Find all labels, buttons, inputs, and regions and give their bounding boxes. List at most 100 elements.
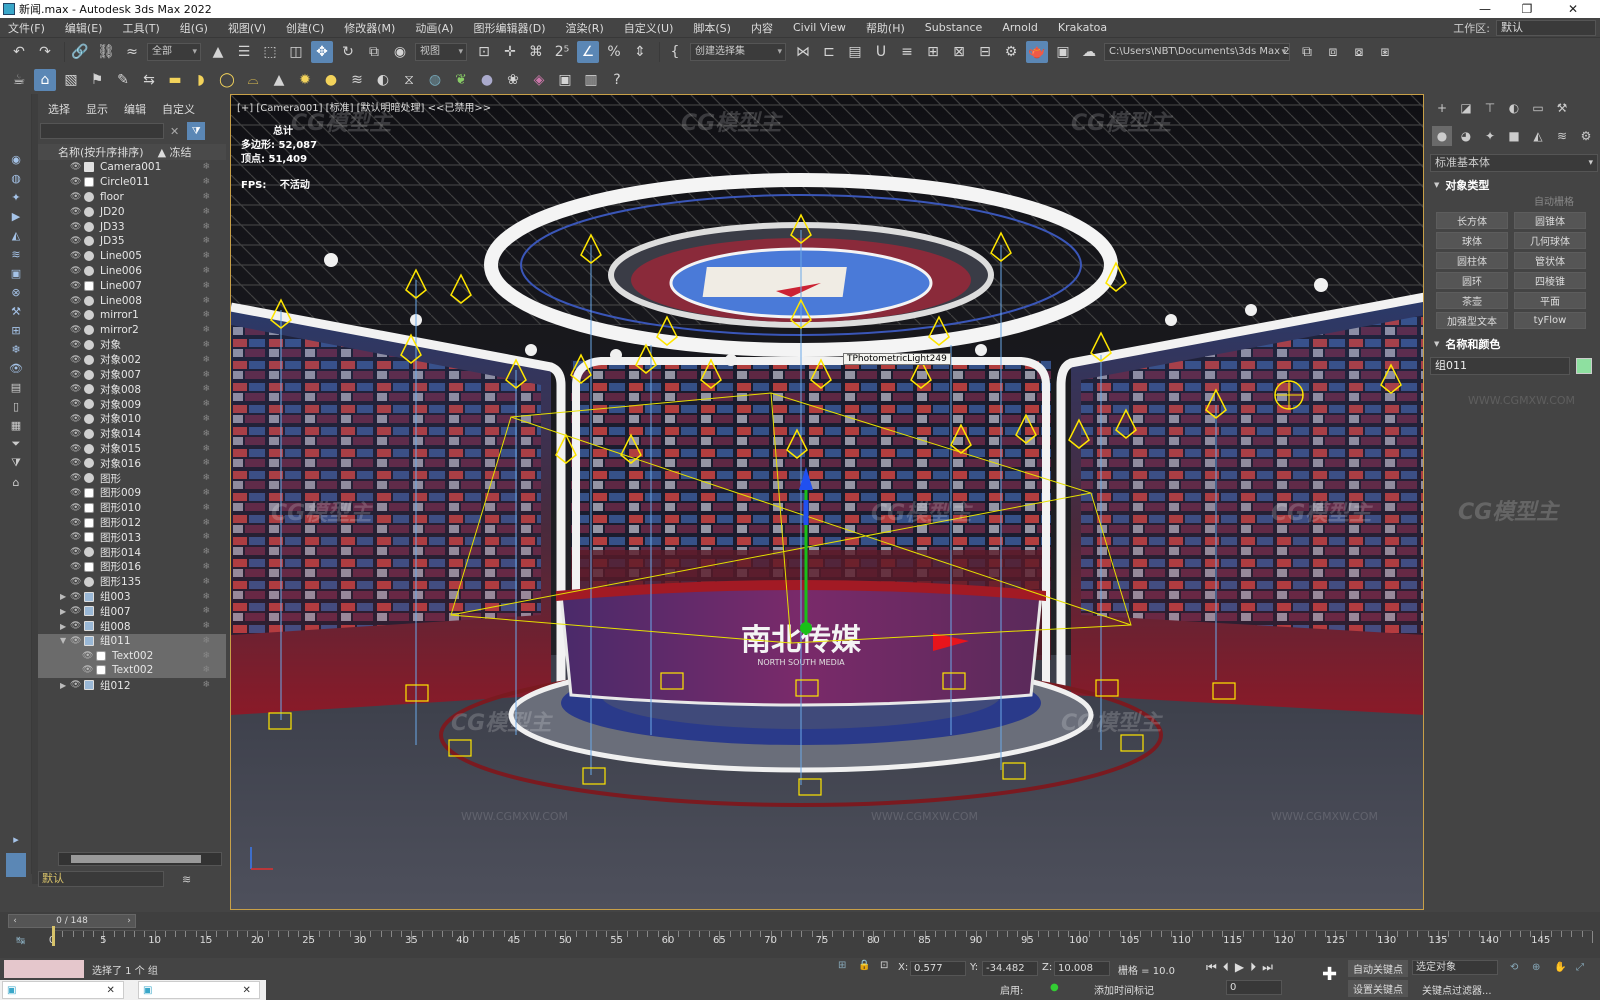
scene-list-item[interactable]: 👁 Text002 ❄ xyxy=(38,648,226,664)
project-path-dropdown[interactable]: C:\Users\NBT\Documents\3ds Max 2022 xyxy=(1104,43,1290,61)
set-key-icon[interactable]: ✚ xyxy=(1322,964,1337,985)
disk-light-icon[interactable]: ◯ xyxy=(216,69,238,91)
add-time-tag[interactable]: 添加时间标记 xyxy=(1094,982,1154,997)
scene-list-item[interactable]: ▶ 👁 组003 ❄ xyxy=(38,589,226,604)
play-icon[interactable]: ▶ xyxy=(1235,960,1244,975)
hierarchy-tab-icon[interactable]: ⊤ xyxy=(1480,98,1500,118)
freeze-icon[interactable]: ❄ xyxy=(202,592,210,602)
scale-icon[interactable]: ⧉ xyxy=(363,41,385,63)
foliage-icon[interactable]: ❦ xyxy=(450,69,472,91)
scene-list-item[interactable]: 👁 对象007 ❄ xyxy=(38,367,226,382)
visibility-icon[interactable]: 👁 xyxy=(70,370,84,380)
tab-select[interactable]: 选择 xyxy=(48,101,70,117)
visibility-icon[interactable]: 👁 xyxy=(70,266,84,276)
workspace-dropdown[interactable]: 默认 xyxy=(1496,20,1596,36)
xref-filter-icon[interactable]: ⊗ xyxy=(6,284,26,300)
menu-civil-view[interactable]: Civil View xyxy=(793,21,846,34)
visibility-icon[interactable]: 👁 xyxy=(70,281,84,291)
object-type-rollout[interactable]: 对象类型 xyxy=(1430,176,1598,194)
freeze-icon[interactable]: ❄ xyxy=(202,325,210,335)
visibility-icon[interactable]: 👁 xyxy=(70,325,84,335)
percent-snap-icon[interactable]: % xyxy=(603,41,625,63)
freeze-icon[interactable]: ❄ xyxy=(202,518,210,528)
clear-search-icon[interactable]: ✕ xyxy=(170,125,179,138)
scene-list-item[interactable]: 👁 floor ❄ xyxy=(38,190,226,205)
scene-list-item[interactable]: 👁 JD35 ❄ xyxy=(38,234,226,249)
scene-list-item[interactable]: 👁 图形 ❄ xyxy=(38,471,226,486)
primitive-type-dropdown[interactable]: 标准基本体 xyxy=(1430,154,1598,172)
material-editor-icon[interactable]: ⊟ xyxy=(974,41,996,63)
taskbar-close-icon[interactable]: ✕ xyxy=(106,985,114,996)
freeze-icon[interactable]: ❄ xyxy=(202,621,210,631)
freeze-icon[interactable]: ❄ xyxy=(202,340,210,350)
freeze-icon[interactable]: ❄ xyxy=(202,162,210,172)
menu-graph-editors[interactable]: 图形编辑器(D) xyxy=(473,20,545,36)
scene-list-item[interactable]: 👁 对象016 ❄ xyxy=(38,456,226,471)
scene-list-item[interactable]: 👁 Circle011 ❄ xyxy=(38,175,226,190)
select-by-name-icon[interactable]: ☰ xyxy=(233,41,255,63)
teapot-icon[interactable]: ☕ xyxy=(8,69,30,91)
container-filter-icon[interactable]: ⊞ xyxy=(6,322,26,338)
scene-assets-icon[interactable]: ⧆ xyxy=(1374,41,1396,63)
atmosphere-icon[interactable]: ⧖ xyxy=(398,69,420,91)
move-icon[interactable]: ✥ xyxy=(311,41,333,63)
link-icon[interactable]: 🔗 xyxy=(69,41,91,63)
freeze-icon[interactable]: ❄ xyxy=(202,296,210,306)
render-production-icon[interactable]: ▣ xyxy=(1052,41,1074,63)
pyramid-button[interactable]: 四棱锥 xyxy=(1514,272,1586,289)
notes-icon[interactable]: ▦ xyxy=(6,417,26,433)
close-button[interactable]: ✕ xyxy=(1556,0,1590,18)
help-icon[interactable]: ? xyxy=(606,69,628,91)
layer-dropdown[interactable]: 默认 xyxy=(38,871,164,887)
scene-search-input[interactable] xyxy=(40,123,164,139)
freeze-icon[interactable]: ❄ xyxy=(202,444,210,454)
hair-icon[interactable]: ≋ xyxy=(346,69,368,91)
systems-icon[interactable]: ⚙ xyxy=(1576,126,1596,146)
scene-list-item[interactable]: ▶ 👁 组008 ❄ xyxy=(38,619,226,634)
menu-modifiers[interactable]: 修改器(M) xyxy=(344,20,395,36)
viewport-layout-icon[interactable] xyxy=(6,853,26,877)
menu-help[interactable]: 帮助(H) xyxy=(866,20,905,36)
enable-dot-icon[interactable]: ● xyxy=(1050,982,1059,993)
scene-list-item[interactable]: 👁 对象014 ❄ xyxy=(38,426,226,441)
filter-icon[interactable]: ⧩ xyxy=(6,455,26,471)
key-mode-dropdown[interactable]: 选定对象 xyxy=(1412,960,1498,975)
freeze-icon[interactable]: ❄ xyxy=(202,606,210,616)
freeze-icon[interactable]: ❄ xyxy=(202,458,210,468)
selection-filter-dropdown[interactable]: 全部 xyxy=(147,43,201,61)
freeze-icon[interactable]: ❄ xyxy=(202,414,210,424)
maximize-viewport-icon[interactable]: ⤢ xyxy=(1576,962,1584,973)
project-icon[interactable]: ⧇ xyxy=(1348,41,1370,63)
visibility-icon[interactable]: 👁 xyxy=(70,444,84,454)
visibility-icon[interactable]: 👁 xyxy=(70,296,84,306)
visibility-icon[interactable]: 👁 xyxy=(82,665,96,675)
redo-icon[interactable]: ↷ xyxy=(34,41,56,63)
filter-toggle-icon[interactable]: ⧩ xyxy=(187,122,206,140)
geometry-filter-icon[interactable]: ◍ xyxy=(6,170,26,186)
window-crossing-icon[interactable]: ◫ xyxy=(285,41,307,63)
menu-arnold[interactable]: Arnold xyxy=(1002,21,1038,34)
named-selection-dropdown[interactable]: 创建选择集 xyxy=(690,43,786,61)
visibility-icon[interactable]: 👁 xyxy=(70,503,84,513)
visibility-icon[interactable]: 👁 xyxy=(70,680,84,690)
scene-list-item[interactable]: 👁 图形010 ❄ xyxy=(38,500,226,515)
scene-list-item[interactable]: 👁 对象010 ❄ xyxy=(38,412,226,427)
scene-list-item[interactable]: 👁 图形016 ❄ xyxy=(38,560,226,575)
placement-icon[interactable]: ◉ xyxy=(389,41,411,63)
geometry-icon[interactable]: ● xyxy=(1432,126,1452,146)
bind-spacewarp-icon[interactable]: ≈ xyxy=(121,41,143,63)
spacewarps-icon[interactable]: ≋ xyxy=(1552,126,1572,146)
xref-icon[interactable]: ⚑ xyxy=(86,69,108,91)
bone-filter-icon[interactable]: ⚒ xyxy=(6,303,26,319)
freeze-icon[interactable]: ❄ xyxy=(202,680,210,690)
cameras-icon[interactable]: ■ xyxy=(1504,126,1524,146)
motion-tab-icon[interactable]: ◐ xyxy=(1504,98,1524,118)
layers-icon[interactable]: ≋ xyxy=(182,873,191,886)
spacewarp-filter-icon[interactable]: ≋ xyxy=(6,246,26,262)
tube-button[interactable]: 管状体 xyxy=(1514,252,1586,269)
menu-file[interactable]: 文件(F) xyxy=(8,20,45,36)
image-icon[interactable]: ▧ xyxy=(60,69,82,91)
menu-customize[interactable]: 自定义(U) xyxy=(624,20,674,36)
display-tab-icon[interactable]: ▭ xyxy=(1528,98,1548,118)
time-cursor[interactable] xyxy=(52,926,55,946)
